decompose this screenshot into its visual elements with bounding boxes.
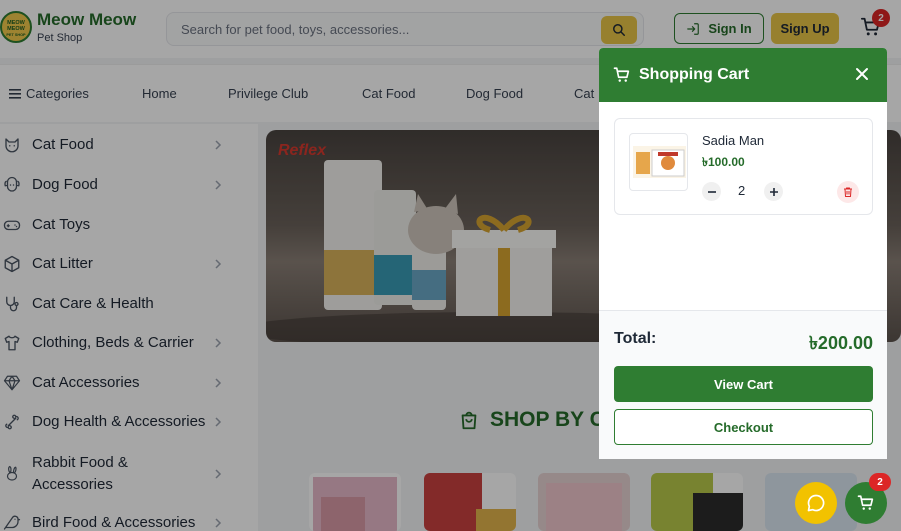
cart-footer: Total: ৳200.00 View Cart Checkout	[599, 310, 887, 459]
close-icon[interactable]	[855, 67, 869, 81]
cart-header: Shopping Cart	[599, 48, 887, 102]
product-thumbnail	[633, 146, 686, 178]
remove-item-button[interactable]	[837, 181, 859, 203]
total-label: Total:	[614, 330, 657, 347]
cart-icon	[613, 67, 630, 82]
decrease-quantity-button[interactable]	[702, 182, 721, 201]
view-cart-button[interactable]: View Cart	[614, 366, 873, 402]
plus-icon	[769, 187, 778, 196]
cart-item-name: Sadia Man	[702, 133, 765, 148]
total-value: ৳200.00	[808, 333, 873, 353]
cart-item: Sadia Man ৳100.00 2	[614, 118, 873, 215]
cart-icon	[857, 495, 874, 510]
view-cart-label: View Cart	[713, 376, 773, 392]
checkout-button[interactable]: Checkout	[614, 409, 873, 445]
chat-button[interactable]	[795, 482, 837, 524]
shopping-cart-panel: Shopping Cart Sadia Man ৳100.00 2 Total:…	[599, 48, 887, 459]
cart-item-price: ৳100.00	[702, 155, 745, 169]
chat-bubble-icon	[807, 494, 825, 512]
minus-icon	[707, 190, 716, 193]
increase-quantity-button[interactable]	[764, 182, 783, 201]
trash-icon	[844, 187, 852, 197]
cart-item-quantity: 2	[738, 183, 746, 198]
cart-item-image	[629, 133, 688, 191]
floating-cart-badge: 2	[869, 473, 891, 491]
cart-title: Shopping Cart	[639, 66, 750, 83]
checkout-label: Checkout	[713, 419, 774, 435]
